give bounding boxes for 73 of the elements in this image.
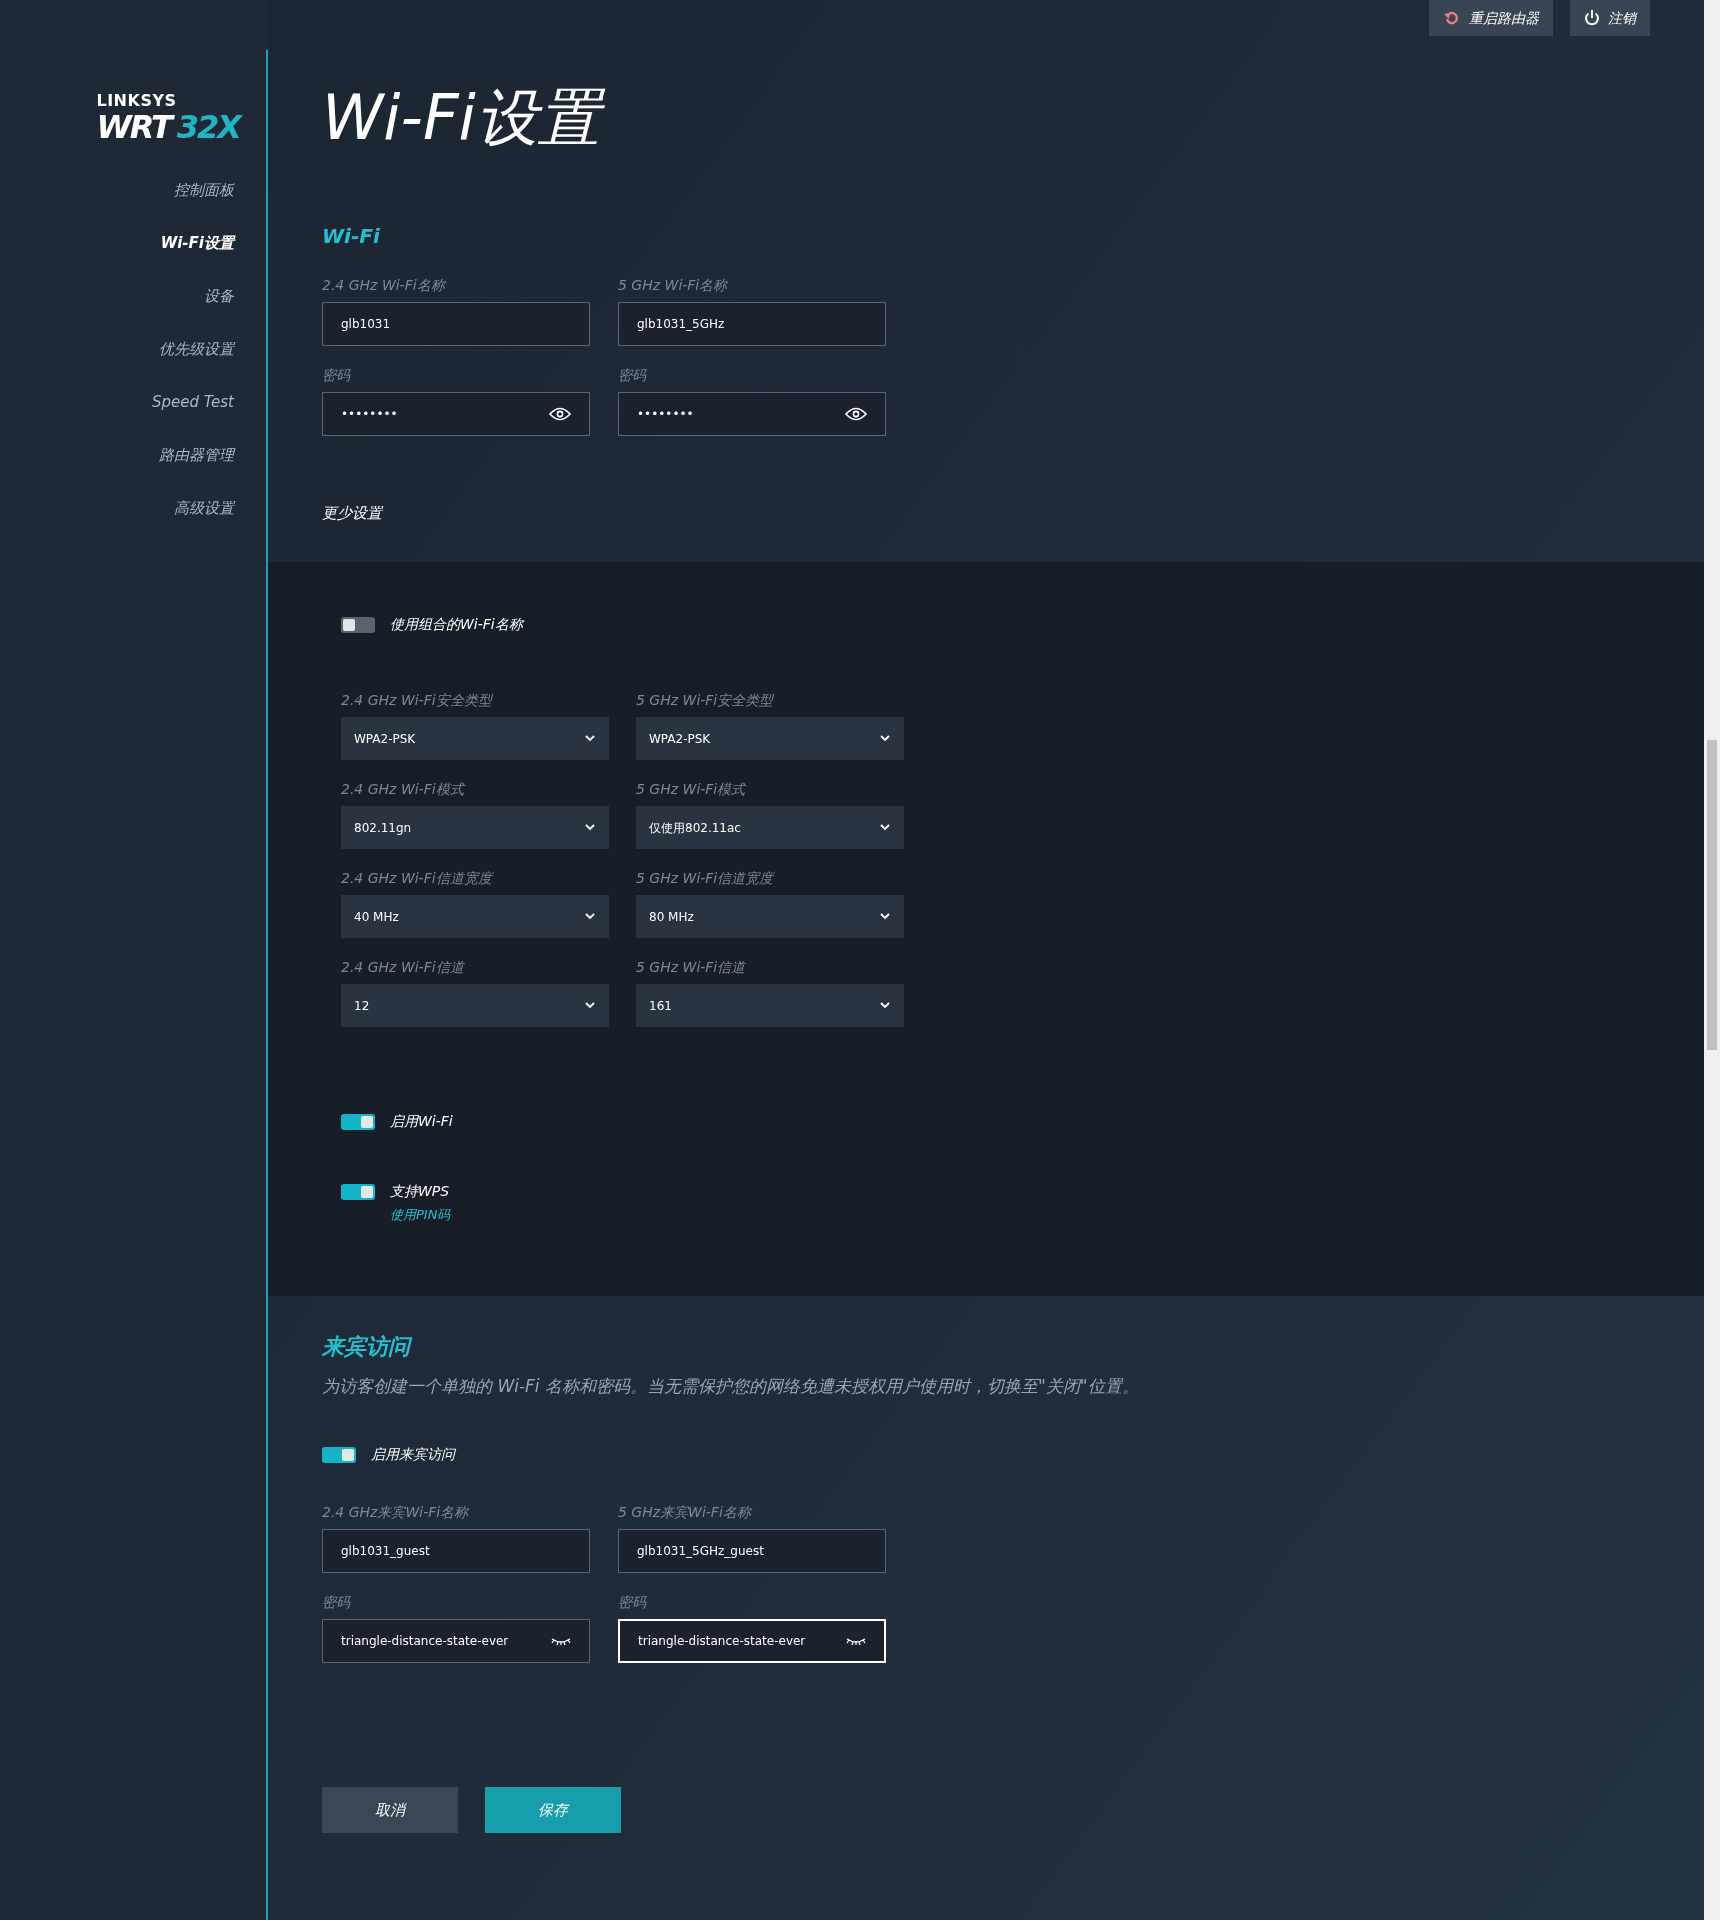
restart-button[interactable]: 重启路由器 <box>1429 0 1553 36</box>
pin-link[interactable]: 使用PIN码 <box>390 1205 451 1225</box>
dropdown[interactable]: 40 MHz <box>341 895 609 938</box>
dropdown[interactable]: 802.11gn <box>341 806 609 849</box>
cancel-button[interactable]: 取消 <box>322 1787 458 1833</box>
brand-logo-text: LINKSYS <box>96 92 177 110</box>
chevron-down-icon <box>585 1002 595 1009</box>
scrollbar[interactable] <box>1704 0 1720 1920</box>
dropdown[interactable]: 80 MHz <box>636 895 904 938</box>
dropdown[interactable]: WPA2-PSK <box>636 717 904 760</box>
input-field[interactable]: glb1031_5GHz <box>618 302 886 346</box>
toggle-switch[interactable] <box>341 1184 375 1200</box>
chevron-down-icon <box>585 913 595 920</box>
sidebar-item[interactable]: 控制面板 <box>174 178 234 202</box>
chevron-down-icon <box>880 1002 890 1009</box>
field-label: 密码 <box>618 366 646 384</box>
input-field[interactable]: •••••••• <box>322 392 590 436</box>
field-label: 密码 <box>322 366 350 384</box>
field-label: 5 GHz来宾Wi-Fi名称 <box>618 1503 751 1521</box>
input-field[interactable]: glb1031_guest <box>322 1529 590 1573</box>
dropdown[interactable]: WPA2-PSK <box>341 717 609 760</box>
model-number: 32X <box>176 110 240 144</box>
dropdown[interactable]: 12 <box>341 984 609 1027</box>
field-label: 5 GHz Wi-Fi模式 <box>636 780 746 798</box>
sidebar-item[interactable]: Wi-Fi设置 <box>160 231 234 255</box>
page-title: Wi-Fi设置 <box>322 82 1704 154</box>
field-label: 2.4 GHz Wi-Fi安全类型 <box>341 691 492 709</box>
toggle-label: 使用组合的Wi-Fi名称 <box>390 615 523 634</box>
field-label: 密码 <box>618 1593 646 1611</box>
sidebar-item[interactable]: 路由器管理 <box>159 443 234 467</box>
chevron-down-icon <box>585 824 595 831</box>
toggle-label: 启用来宾访问 <box>371 1445 455 1464</box>
less-settings-link[interactable]: 更少设置 <box>322 502 382 525</box>
chevron-down-icon <box>880 735 890 742</box>
eye-icon <box>549 407 571 421</box>
chevron-down-icon <box>585 735 595 742</box>
input-field[interactable]: triangle-distance-state-ever <box>322 1619 590 1663</box>
sidebar-item[interactable]: 优先级设置 <box>159 337 234 361</box>
eye-icon <box>845 407 867 421</box>
sidebar-item[interactable]: Speed Test <box>151 390 234 414</box>
field-label: 5 GHz Wi-Fi信道 <box>636 958 746 976</box>
input-field[interactable]: •••••••• <box>618 392 886 436</box>
field-label: 5 GHz Wi-Fi信道宽度 <box>636 869 774 887</box>
toggle-switch[interactable] <box>341 1114 375 1130</box>
field-label: 2.4 GHz Wi-Fi名称 <box>322 276 445 294</box>
field-label: 2.4 GHz Wi-Fi信道宽度 <box>341 869 492 887</box>
toggle-label: 启用Wi-Fi <box>390 1112 453 1131</box>
closed-eye-icon <box>551 1636 571 1646</box>
logout-button[interactable]: 注销 <box>1570 0 1650 36</box>
field-label: 密码 <box>322 1593 350 1611</box>
sidebar-item[interactable]: 高级设置 <box>174 496 234 520</box>
field-label: 2.4 GHz Wi-Fi模式 <box>341 780 464 798</box>
sidebar-item[interactable]: 设备 <box>204 284 234 308</box>
field-label: 5 GHz Wi-Fi安全类型 <box>636 691 774 709</box>
dropdown[interactable]: 仅使用802.11ac <box>636 806 904 849</box>
section-description: 为访客创建一个单独的 Wi-Fi 名称和密码。当无需保护您的网络免遭未授权用户使用时，切换至"关闭"位置。 <box>322 1375 1139 1398</box>
closed-eye-icon <box>846 1636 866 1646</box>
toggle-label: 支持WPS <box>390 1182 450 1201</box>
section-heading: Wi-Fi <box>322 224 380 248</box>
power-icon <box>1584 9 1600 27</box>
scrollbar-thumb[interactable] <box>1707 740 1717 1050</box>
field-label: 5 GHz Wi-Fi名称 <box>618 276 728 294</box>
toggle-switch[interactable] <box>322 1446 356 1463</box>
input-field[interactable]: glb1031 <box>322 302 590 346</box>
input-field[interactable]: triangle-distance-state-ever <box>618 1619 886 1663</box>
input-field[interactable]: glb1031_5GHz_guest <box>618 1529 886 1573</box>
toggle-switch[interactable] <box>341 616 375 633</box>
chevron-down-icon <box>880 913 890 920</box>
field-label: 2.4 GHz来宾Wi-Fi名称 <box>322 1503 469 1521</box>
chevron-down-icon <box>880 824 890 831</box>
field-label: 2.4 GHz Wi-Fi信道 <box>341 958 464 976</box>
refresh-icon <box>1443 10 1461 26</box>
dropdown[interactable]: 161 <box>636 984 904 1027</box>
